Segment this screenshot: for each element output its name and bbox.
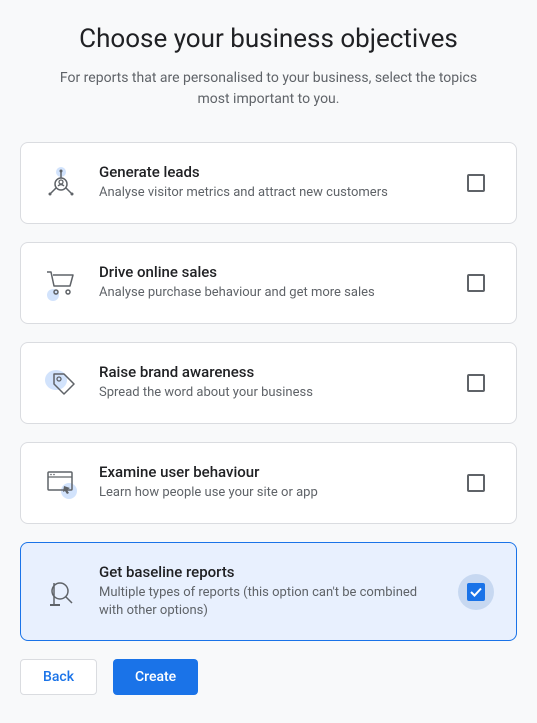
objective-desc: Spread the word about your business	[99, 384, 438, 402]
objective-checkbox[interactable]	[467, 374, 485, 392]
objectives-list: Generate leads Analyse visitor metrics a…	[20, 142, 517, 641]
objective-title: Examine user behaviour	[99, 463, 438, 481]
objective-examine-user-behaviour[interactable]: Examine user behaviour Learn how people …	[20, 442, 517, 524]
cart-icon	[41, 263, 81, 303]
page-title: Choose your business objectives	[20, 24, 517, 54]
report-icon	[41, 572, 81, 612]
objective-drive-online-sales[interactable]: Drive online sales Analyse purchase beha…	[20, 242, 517, 324]
objective-checkbox[interactable]	[467, 474, 485, 492]
checkbox-wrapper	[456, 363, 496, 403]
objective-desc: Analyse purchase behaviour and get more …	[99, 284, 438, 302]
screen-pointer-icon	[41, 463, 81, 503]
objective-title: Generate leads	[99, 163, 438, 181]
objective-get-baseline-reports[interactable]: Get baseline reports Multiple types of r…	[20, 542, 517, 641]
back-button[interactable]: Back	[20, 659, 97, 695]
objective-desc: Multiple types of reports (this option c…	[99, 584, 438, 620]
leads-icon	[41, 163, 81, 203]
objective-title: Drive online sales	[99, 263, 438, 281]
objective-checkbox[interactable]	[467, 174, 485, 192]
objective-title: Get baseline reports	[99, 563, 438, 581]
objective-checkbox[interactable]	[467, 274, 485, 292]
create-button[interactable]: Create	[113, 659, 198, 695]
objective-raise-brand-awareness[interactable]: Raise brand awareness Spread the word ab…	[20, 342, 517, 424]
checkbox-wrapper	[456, 163, 496, 203]
action-bar: Back Create	[20, 659, 517, 695]
objective-desc: Learn how people use your site or app	[99, 484, 438, 502]
objective-desc: Analyse visitor metrics and attract new …	[99, 184, 438, 202]
objective-checkbox[interactable]	[467, 583, 485, 601]
objective-content: Generate leads Analyse visitor metrics a…	[99, 163, 438, 202]
objective-content: Get baseline reports Multiple types of r…	[99, 563, 438, 620]
checkbox-wrapper	[456, 572, 496, 612]
objective-content: Raise brand awareness Spread the word ab…	[99, 363, 438, 402]
objective-title: Raise brand awareness	[99, 363, 438, 381]
tag-icon	[41, 363, 81, 403]
objective-generate-leads[interactable]: Generate leads Analyse visitor metrics a…	[20, 142, 517, 224]
page-subtitle: For reports that are personalised to you…	[20, 68, 517, 110]
checkbox-wrapper	[456, 263, 496, 303]
objective-content: Drive online sales Analyse purchase beha…	[99, 263, 438, 302]
objective-content: Examine user behaviour Learn how people …	[99, 463, 438, 502]
checkbox-wrapper	[456, 463, 496, 503]
